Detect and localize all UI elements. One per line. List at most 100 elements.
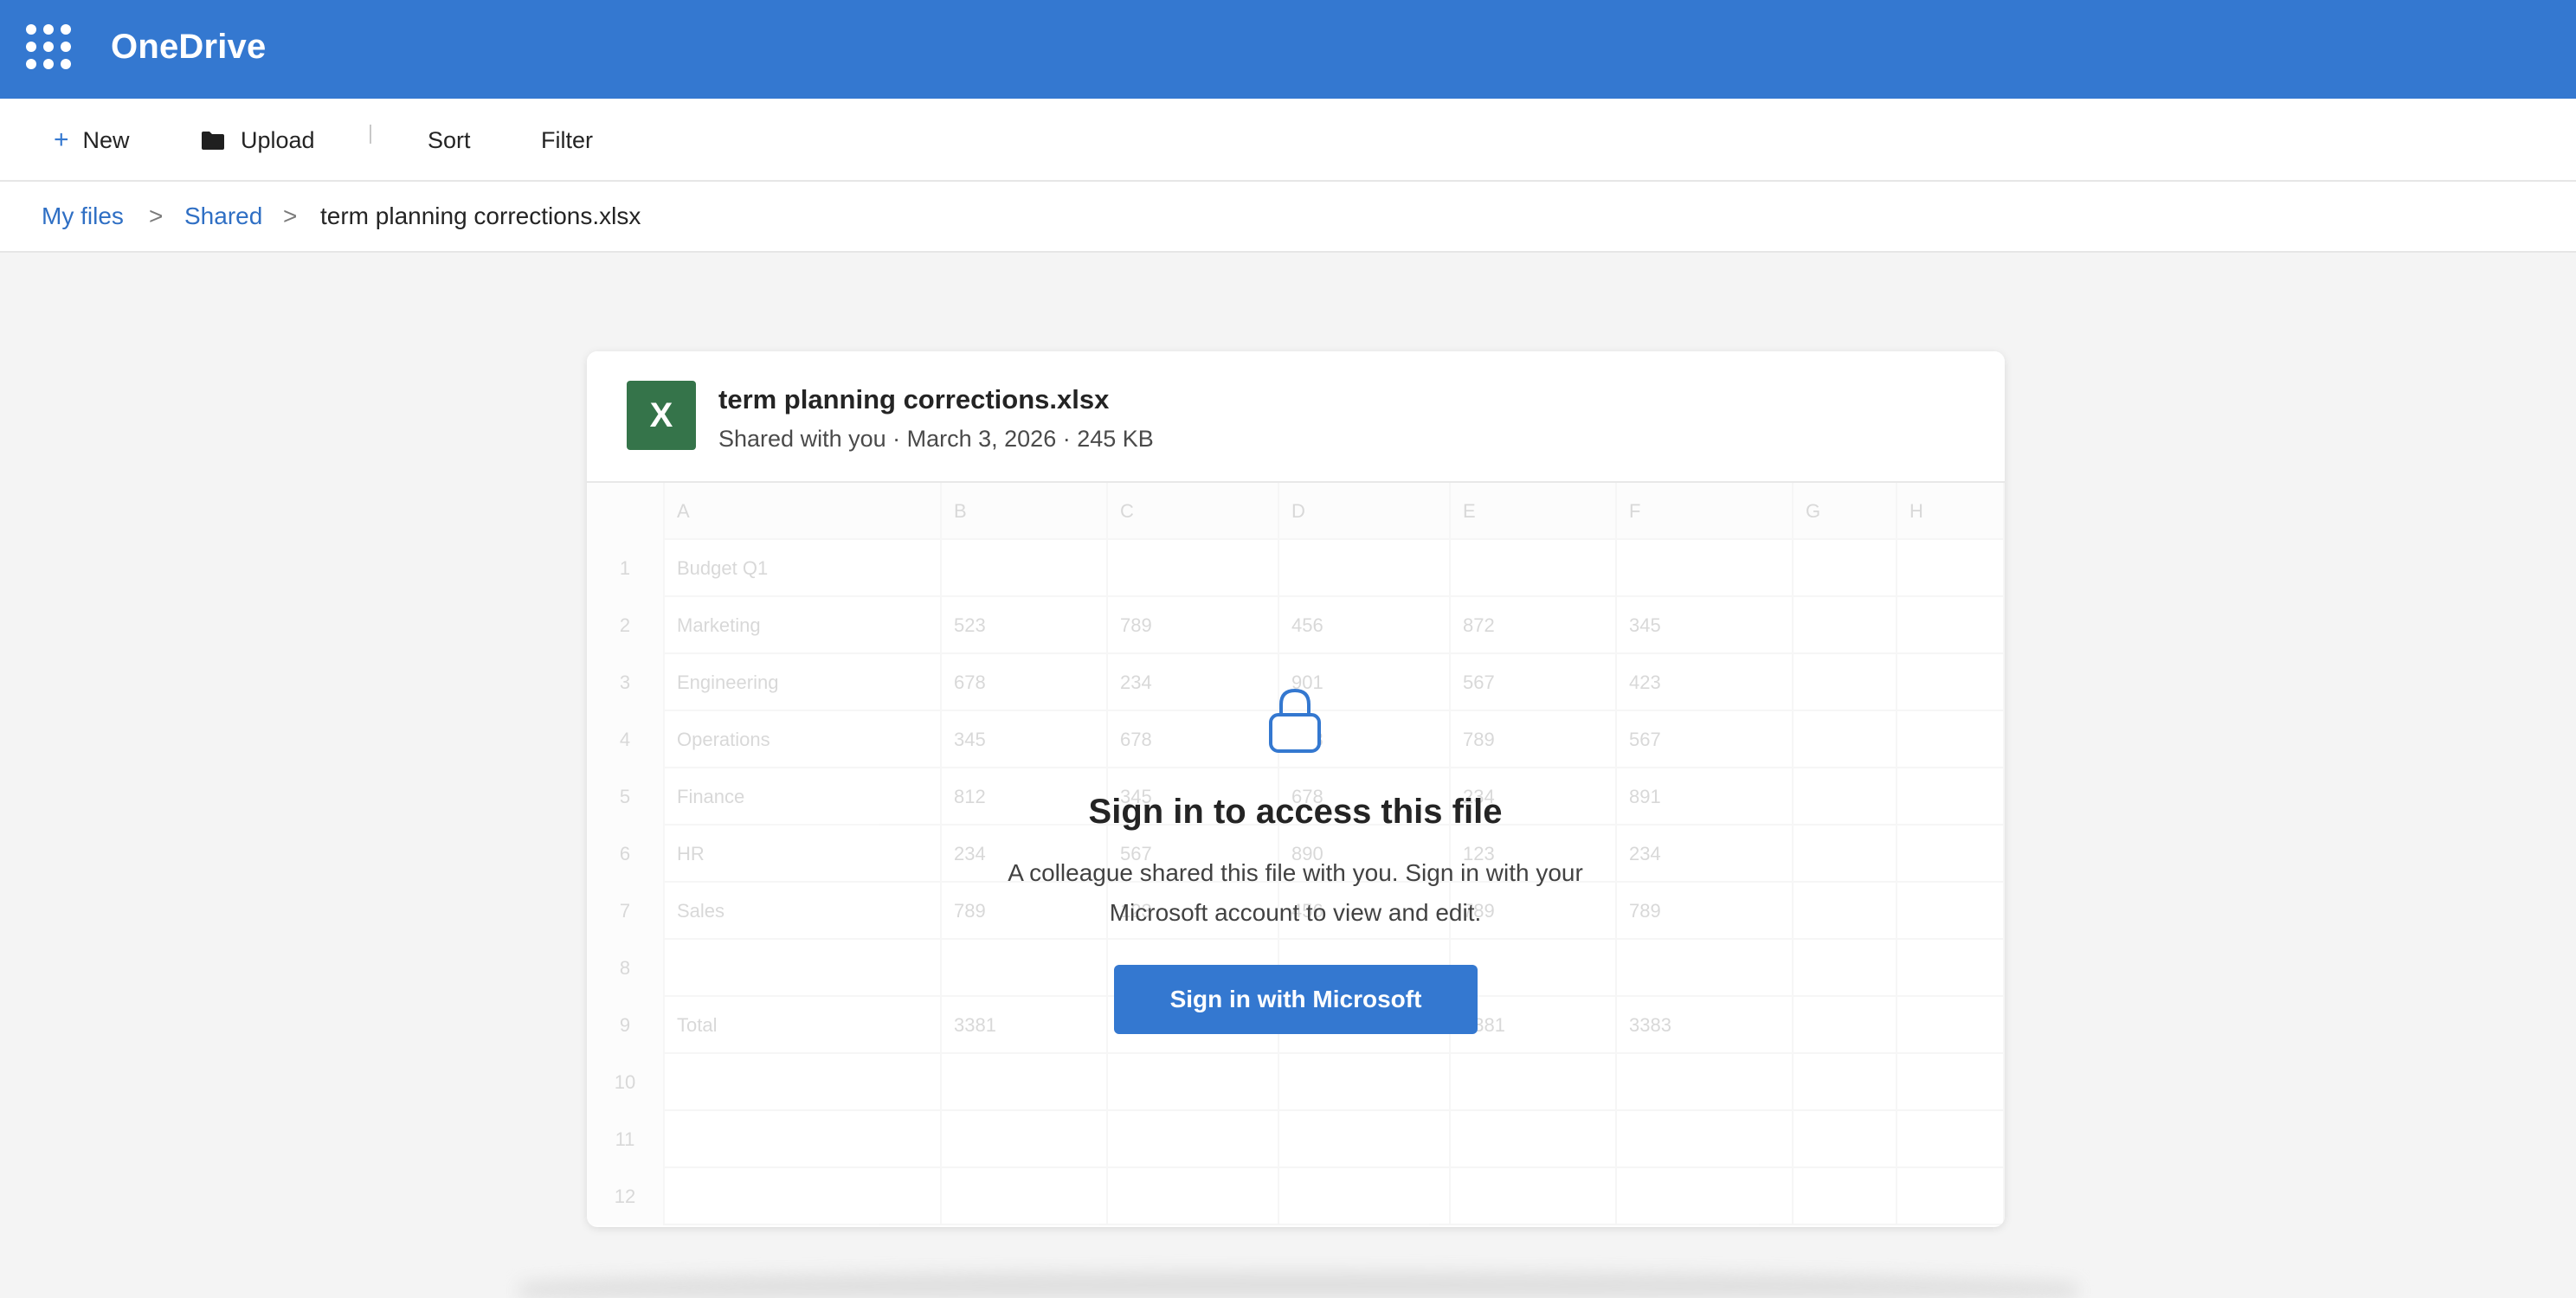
sheet-cell: 3381 xyxy=(942,997,1108,1054)
sheet-cell xyxy=(1897,597,2005,654)
sheet-cell xyxy=(665,1111,942,1168)
sheet-cell xyxy=(942,1168,1108,1225)
sheet-column-header: B xyxy=(942,483,1108,540)
sheet-cell xyxy=(1897,1168,2005,1225)
signin-microsoft-button[interactable]: Sign in with Microsoft xyxy=(1114,965,1478,1034)
sheet-cell xyxy=(942,940,1108,997)
file-name: term planning corrections.xlsx xyxy=(718,384,1110,414)
breadcrumb-shared[interactable]: Shared xyxy=(184,202,262,230)
breadcrumb-my-files[interactable]: My files xyxy=(42,202,124,230)
sort-button-label: Sort xyxy=(428,126,471,153)
app-brand[interactable]: OneDrive xyxy=(111,28,266,67)
sheet-cell xyxy=(1451,1111,1617,1168)
file-preview-card: X term planning corrections.xlsx Shared … xyxy=(587,351,2005,1227)
sheet-row-number: 3 xyxy=(587,654,665,711)
sheet-cell: 3383 xyxy=(1617,997,1794,1054)
sheet-cell xyxy=(1794,997,1897,1054)
sheet-cell: 423 xyxy=(1617,654,1794,711)
waffle-dot xyxy=(61,42,71,52)
sheet-cell: Marketing xyxy=(665,597,942,654)
sheet-cell: 789 xyxy=(1108,597,1279,654)
file-header: X term planning corrections.xlsx Shared … xyxy=(587,351,2005,483)
sheet-cell xyxy=(1794,826,1897,883)
sheet-row-number: 6 xyxy=(587,826,665,883)
waffle-grid-icon[interactable] xyxy=(26,24,71,69)
sheet-cell: 456 xyxy=(1279,597,1451,654)
sheet-cell: 789 xyxy=(1617,883,1794,940)
sheet-cell xyxy=(1897,997,2005,1054)
sheet-row-number: 9 xyxy=(587,997,665,1054)
sheet-row-number: 4 xyxy=(587,711,665,768)
sheet-cell xyxy=(1897,654,2005,711)
sheet-column-header: A xyxy=(665,483,942,540)
sheet-column-header: F xyxy=(1617,483,1794,540)
sheet-cell: Engineering xyxy=(665,654,942,711)
sheet-row-number: 7 xyxy=(587,883,665,940)
sheet-cell: HR xyxy=(665,826,942,883)
sheet-cell xyxy=(942,1111,1108,1168)
sheet-cell xyxy=(1897,826,2005,883)
signin-title: Sign in to access this file xyxy=(1088,793,1503,831)
sheet-cell: 789 xyxy=(1451,711,1617,768)
sheet-cell xyxy=(1794,540,1897,597)
waffle-dot xyxy=(43,24,54,35)
breadcrumb-separator: > xyxy=(283,202,298,229)
sheet-cell xyxy=(1794,1111,1897,1168)
sheet-corner xyxy=(587,483,665,540)
sheet-cell: 345 xyxy=(1617,597,1794,654)
sheet-cell xyxy=(665,1054,942,1111)
sheet-cell: 678 xyxy=(1108,711,1279,768)
sheet-cell xyxy=(1279,540,1451,597)
sheet-column-header: C xyxy=(1108,483,1279,540)
sheet-cell: 872 xyxy=(1451,597,1617,654)
sheet-cell xyxy=(1897,768,2005,826)
sheet-cell: 523 xyxy=(942,597,1108,654)
waffle-dot xyxy=(61,24,71,35)
sort-button[interactable]: Sort xyxy=(428,123,471,157)
lock-icon xyxy=(1269,688,1321,753)
breadcrumb-separator: > xyxy=(149,202,164,229)
sheet-cell xyxy=(1108,1111,1279,1168)
filter-button[interactable]: Filter xyxy=(541,123,593,157)
sheet-cell: 678 xyxy=(942,654,1108,711)
sheet-row-number: 12 xyxy=(587,1168,665,1225)
sheet-cell xyxy=(1794,1168,1897,1225)
sheet-row: 12 xyxy=(587,1168,2005,1225)
signin-message-line: A colleague shared this file with you. S… xyxy=(1008,859,1583,886)
sheet-cell xyxy=(1794,597,1897,654)
breadcrumb-current-file: term planning corrections.xlsx xyxy=(320,202,641,229)
top-bar: OneDrive xyxy=(0,0,2576,99)
sheet-cell xyxy=(1794,1054,1897,1111)
waffle-dot xyxy=(43,42,54,52)
sheet-cell: Operations xyxy=(665,711,942,768)
sheet-cell xyxy=(665,1168,942,1225)
sheet-cell: 345 xyxy=(942,711,1108,768)
sheet-cell xyxy=(1897,940,2005,997)
folder-icon xyxy=(202,132,224,150)
sheet-cell xyxy=(942,1054,1108,1111)
sheet-cell: 234 xyxy=(1108,654,1279,711)
sheet-row: 10 xyxy=(587,1054,2005,1111)
sheet-cell xyxy=(1617,1168,1794,1225)
sheet-cell xyxy=(1794,768,1897,826)
sheet-cell xyxy=(942,540,1108,597)
sheet-cell: Total xyxy=(665,997,942,1054)
sheet-cell xyxy=(1897,883,2005,940)
waffle-dot xyxy=(61,59,71,69)
upload-button[interactable]: Upload xyxy=(201,123,315,157)
waffle-dot xyxy=(26,59,36,69)
new-button[interactable]: + New xyxy=(54,123,130,157)
signin-message-line: Microsoft account to view and edit. xyxy=(1109,899,1482,926)
sheet-row-number: 10 xyxy=(587,1054,665,1111)
command-divider xyxy=(370,125,371,144)
sheet-cell xyxy=(1108,1168,1279,1225)
sheet-cell: 567 xyxy=(1617,711,1794,768)
upload-button-label: Upload xyxy=(241,126,315,153)
command-bar: + New Upload Sort Filter xyxy=(0,99,2576,182)
sheet-cell xyxy=(1279,1054,1451,1111)
sheet-cell xyxy=(1451,540,1617,597)
sheet-cell xyxy=(1617,540,1794,597)
sheet-cell: Sales xyxy=(665,883,942,940)
sheet-cell xyxy=(1897,1054,2005,1111)
sheet-cell xyxy=(1617,1054,1794,1111)
